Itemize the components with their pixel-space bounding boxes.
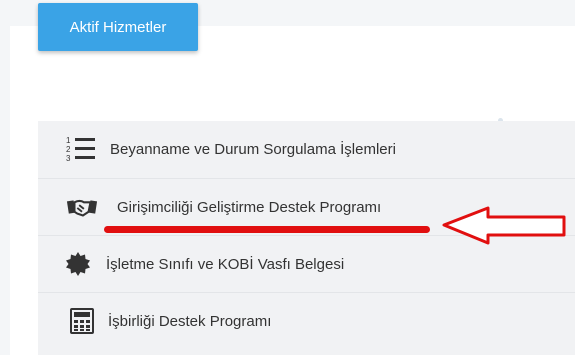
list-item-cooperation-program[interactable]: İşbirliği Destek Programı xyxy=(38,292,575,349)
calculator-icon xyxy=(66,307,98,335)
list-item-label: İşbirliği Destek Programı xyxy=(108,312,272,330)
list-item-label: Girişimciliği Geliştirme Destek Programı xyxy=(117,198,382,216)
list-item-label: Beyanname ve Durum Sorgulama İşlemleri xyxy=(110,140,396,158)
list-item-label: İşletme Sınıfı ve KOBİ Vasfı Belgesi xyxy=(106,255,345,273)
svg-text:1: 1 xyxy=(66,136,71,145)
active-services-button[interactable]: Aktif Hizmetler xyxy=(38,3,198,51)
badge-seal-icon xyxy=(62,250,94,278)
handshake-icon xyxy=(66,193,98,221)
svg-text:3: 3 xyxy=(66,154,71,163)
red-highlight-underline xyxy=(104,226,430,233)
numbered-list-icon: 1 2 3 xyxy=(65,135,97,163)
svg-text:2: 2 xyxy=(66,145,71,154)
left-arrow-annotation xyxy=(442,206,566,245)
list-item-declaration-query[interactable]: 1 2 3 Beyanname ve Durum Sorgulama İşlem… xyxy=(38,121,575,177)
